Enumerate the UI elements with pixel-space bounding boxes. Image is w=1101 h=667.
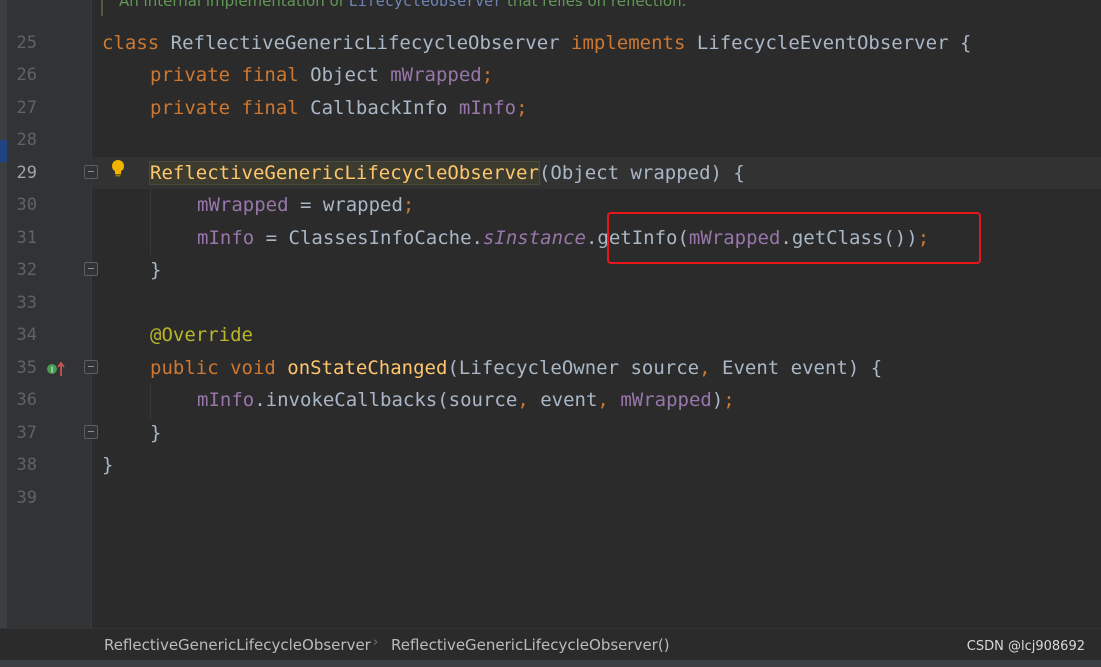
code-line-37[interactable]: } — [150, 417, 161, 449]
code-text: (Object wrapped) { — [538, 162, 745, 184]
field-name: mInfo — [458, 97, 517, 119]
line-number-current[interactable]: 29 — [7, 163, 37, 183]
breadcrumb-item-constructor[interactable]: ReflectiveGenericLifecycleObserver() — [391, 636, 670, 654]
field-name: mWrapped — [390, 64, 482, 86]
code-line-26[interactable]: private final Object mWrapped; — [150, 59, 493, 91]
code-line-25[interactable]: class ReflectiveGenericLifecycleObserver… — [102, 27, 971, 59]
code-line-38[interactable]: } — [102, 449, 113, 481]
line-number[interactable]: 37 — [7, 423, 37, 443]
code-line-29[interactable]: ReflectiveGenericLifecycleObserver(Objec… — [149, 157, 745, 189]
code-editor[interactable]: An internal implementation of LifecycleO… — [0, 0, 1101, 628]
fold-icon[interactable] — [84, 425, 98, 439]
keyword: public void — [150, 357, 288, 379]
line-number-gutter[interactable] — [7, 0, 92, 628]
line-number[interactable]: 34 — [7, 325, 37, 345]
comma: , — [517, 389, 529, 411]
indent-guide — [150, 384, 151, 418]
line-number[interactable]: 35 — [7, 358, 37, 378]
indent-guide — [150, 189, 151, 255]
code-line-36[interactable]: mInfo.invokeCallbacks(source, event, mWr… — [197, 384, 735, 416]
breadcrumb: ReflectiveGenericLifecycleObserver › Ref… — [0, 628, 1101, 660]
class-name: ReflectiveGenericLifecycleObserver — [159, 32, 572, 54]
method-call: .invokeCallbacks(source — [254, 389, 518, 411]
field-name: mWrapped — [620, 389, 712, 411]
field-name: mInfo — [197, 389, 255, 411]
gutter-divider — [91, 0, 92, 628]
watermark: CSDN @lcj908692 — [966, 639, 1085, 654]
left-tool-strip — [0, 0, 7, 628]
code-text: Event event) { — [710, 357, 883, 379]
keyword: class — [102, 32, 160, 54]
line-number[interactable]: 38 — [7, 455, 37, 475]
code-line-32[interactable]: } — [150, 254, 161, 286]
keyword: private final — [150, 97, 299, 119]
code-text: = wrapped — [288, 194, 403, 216]
constructor-name: ReflectiveGenericLifecycleObserver — [149, 161, 540, 185]
field-name: mInfo — [197, 227, 255, 249]
line-number[interactable]: 28 — [7, 130, 37, 150]
line-number[interactable]: 27 — [7, 98, 37, 118]
semicolon: ; — [481, 64, 494, 86]
code-text: ) — [711, 389, 724, 411]
code-text: = ClassesInfoCache. — [254, 227, 483, 249]
doc-comment-prefix: An internal implementation of — [119, 0, 349, 10]
fold-icon[interactable] — [84, 262, 98, 276]
red-highlight-box — [607, 212, 981, 264]
fold-icon[interactable] — [84, 165, 98, 179]
method-name: onStateChanged — [287, 357, 448, 379]
type-name: CallbackInfo — [298, 97, 459, 119]
breadcrumb-separator: › — [373, 635, 379, 650]
code-text: (LifecycleOwner source — [447, 357, 700, 379]
code-line-30[interactable]: mWrapped = wrapped; — [197, 189, 414, 221]
keyword: implements — [571, 32, 686, 54]
semicolon: ; — [516, 97, 528, 119]
type-name: Object — [298, 64, 391, 86]
keyword: private final — [150, 64, 299, 86]
code-line-35[interactable]: public void onStateChanged(LifecycleOwne… — [150, 352, 882, 384]
line-number[interactable]: 26 — [7, 65, 37, 85]
override-implements-icon[interactable]: I — [46, 360, 66, 378]
doc-comment-suffix: that relies on reflection. — [502, 0, 687, 10]
fold-icon[interactable] — [84, 360, 98, 374]
comma: , — [597, 389, 609, 411]
line-number[interactable]: 32 — [7, 260, 37, 280]
svg-text:I: I — [51, 366, 53, 375]
line-number[interactable]: 25 — [7, 33, 37, 53]
semicolon: ; — [723, 389, 735, 411]
doc-comment-code-ref[interactable]: LifecycleObserver — [349, 0, 503, 10]
semicolon: ; — [402, 194, 415, 216]
line-number[interactable]: 33 — [7, 293, 37, 313]
bottom-edge — [0, 660, 1101, 667]
code-line-27[interactable]: private final CallbackInfo mInfo; — [150, 92, 528, 124]
doc-comment-bar — [101, 0, 103, 16]
line-number[interactable]: 39 — [7, 488, 37, 508]
static-field: sInstance — [482, 227, 586, 249]
code-text: LifecycleEventObserver { — [685, 32, 972, 54]
doc-comment: An internal implementation of LifecycleO… — [119, 0, 686, 12]
code-line-34[interactable]: @Override — [150, 319, 253, 351]
breadcrumb-item-class[interactable]: ReflectiveGenericLifecycleObserver — [104, 636, 371, 654]
line-number[interactable]: 36 — [7, 390, 37, 410]
field-name: mWrapped — [197, 194, 289, 216]
line-number[interactable]: 31 — [7, 228, 37, 248]
code-text: event — [528, 389, 598, 411]
line-number[interactable]: 30 — [7, 195, 37, 215]
comma: , — [699, 357, 711, 379]
intention-bulb-icon[interactable] — [111, 159, 125, 179]
left-tool-strip-accent — [0, 140, 7, 162]
